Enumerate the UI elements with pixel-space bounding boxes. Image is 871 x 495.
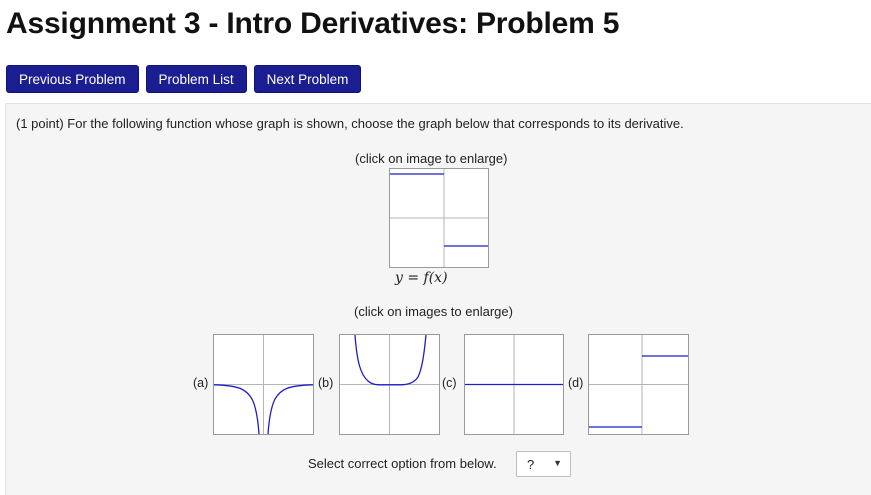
dropdown-arrow-icon: ▼: [553, 458, 562, 468]
function-graph[interactable]: [389, 168, 489, 268]
option-b-label: (b): [318, 376, 334, 390]
problem-navigation: Previous Problem Problem List Next Probl…: [6, 65, 362, 93]
answer-select[interactable]: ? ▼: [516, 451, 571, 477]
option-c-graph[interactable]: [464, 334, 564, 435]
function-label: y = f(x): [395, 270, 448, 286]
option-d-label: (d): [568, 376, 584, 390]
function-graph-plot: [390, 169, 488, 267]
curve-right-branch: [267, 384, 313, 434]
option-a-label: (a): [193, 376, 209, 390]
option-d-plot: [589, 335, 688, 434]
curve: [354, 335, 427, 386]
curve-left-branch: [214, 384, 260, 434]
option-a-graph[interactable]: [213, 334, 314, 435]
enlarge-images-hint: (click on images to enlarge): [354, 304, 513, 319]
previous-problem-button[interactable]: Previous Problem: [6, 65, 139, 93]
option-b-plot: [340, 335, 439, 434]
answer-select-value: ?: [527, 457, 535, 472]
option-a-plot: [214, 335, 313, 434]
next-problem-button[interactable]: Next Problem: [253, 65, 362, 93]
problem-panel: (1 point) For the following function who…: [5, 103, 871, 495]
problem-statement: (1 point) For the following function who…: [16, 116, 684, 131]
page-title: Assignment 3 - Intro Derivatives: Proble…: [6, 7, 620, 40]
option-c-plot: [465, 335, 563, 434]
problem-list-button[interactable]: Problem List: [145, 65, 247, 93]
option-c-label: (c): [442, 376, 457, 390]
option-d-graph[interactable]: [588, 334, 689, 435]
enlarge-hint: (click on image to enlarge): [355, 151, 508, 166]
select-prompt: Select correct option from below.: [308, 456, 497, 471]
option-b-graph[interactable]: [339, 334, 440, 435]
